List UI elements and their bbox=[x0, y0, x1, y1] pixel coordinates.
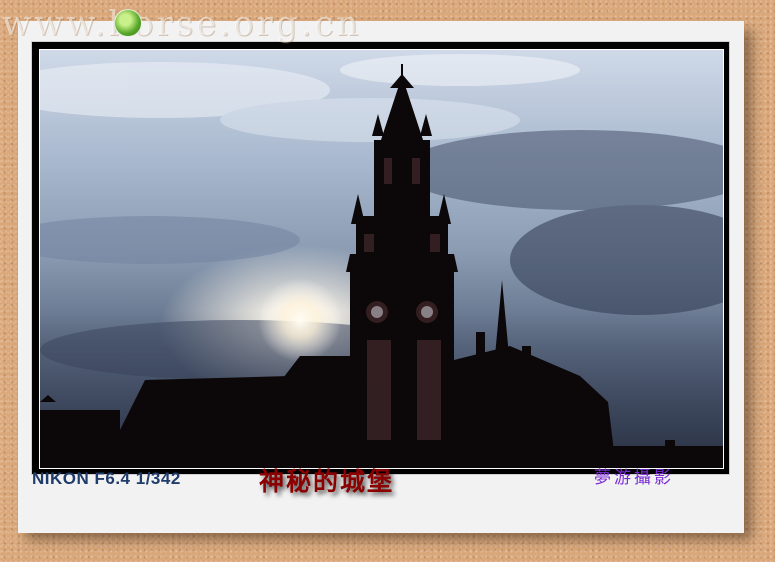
camera-settings-caption: NIKON F6.4 1/342 bbox=[32, 469, 181, 488]
watermark-logo-icon bbox=[114, 9, 142, 37]
site-watermark: www.horse.org.cn bbox=[2, 4, 362, 44]
setting-sun bbox=[258, 278, 342, 362]
photo-title-caption: 神秘的城堡 bbox=[259, 467, 395, 496]
castle-photo bbox=[39, 49, 724, 469]
photographer-credit-caption: 夢游攝影 bbox=[594, 468, 674, 488]
photo-card bbox=[18, 21, 744, 533]
castle-silhouette-graphic bbox=[40, 54, 723, 468]
photo-frame bbox=[31, 41, 730, 475]
